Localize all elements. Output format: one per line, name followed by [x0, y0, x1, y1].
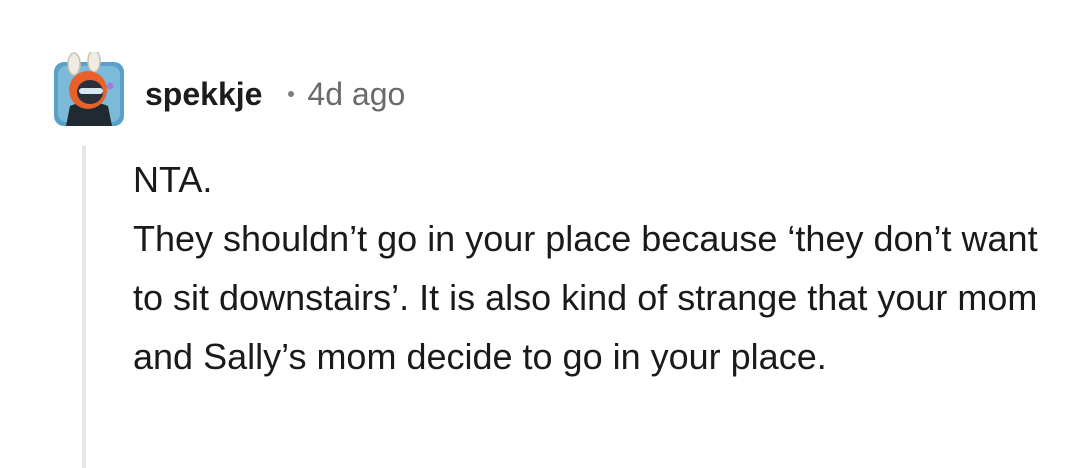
timestamp: 4d ago: [307, 75, 406, 112]
separator-dot: [288, 91, 295, 97]
comment-line: They shouldn’t go in your place because …: [133, 218, 1038, 377]
comment-line: NTA.: [133, 159, 213, 200]
comment-header: spekkje 4d ago: [145, 72, 405, 116]
comment: spekkje 4d ago NTA. They shouldn’t go in…: [0, 0, 1080, 468]
username-link[interactable]: spekkje: [145, 76, 262, 113]
snoo-avatar-icon: [54, 49, 124, 126]
thread-line[interactable]: [82, 146, 86, 468]
avatar[interactable]: [52, 49, 126, 128]
comment-body: NTA. They shouldn’t go in your place bec…: [133, 150, 1053, 386]
